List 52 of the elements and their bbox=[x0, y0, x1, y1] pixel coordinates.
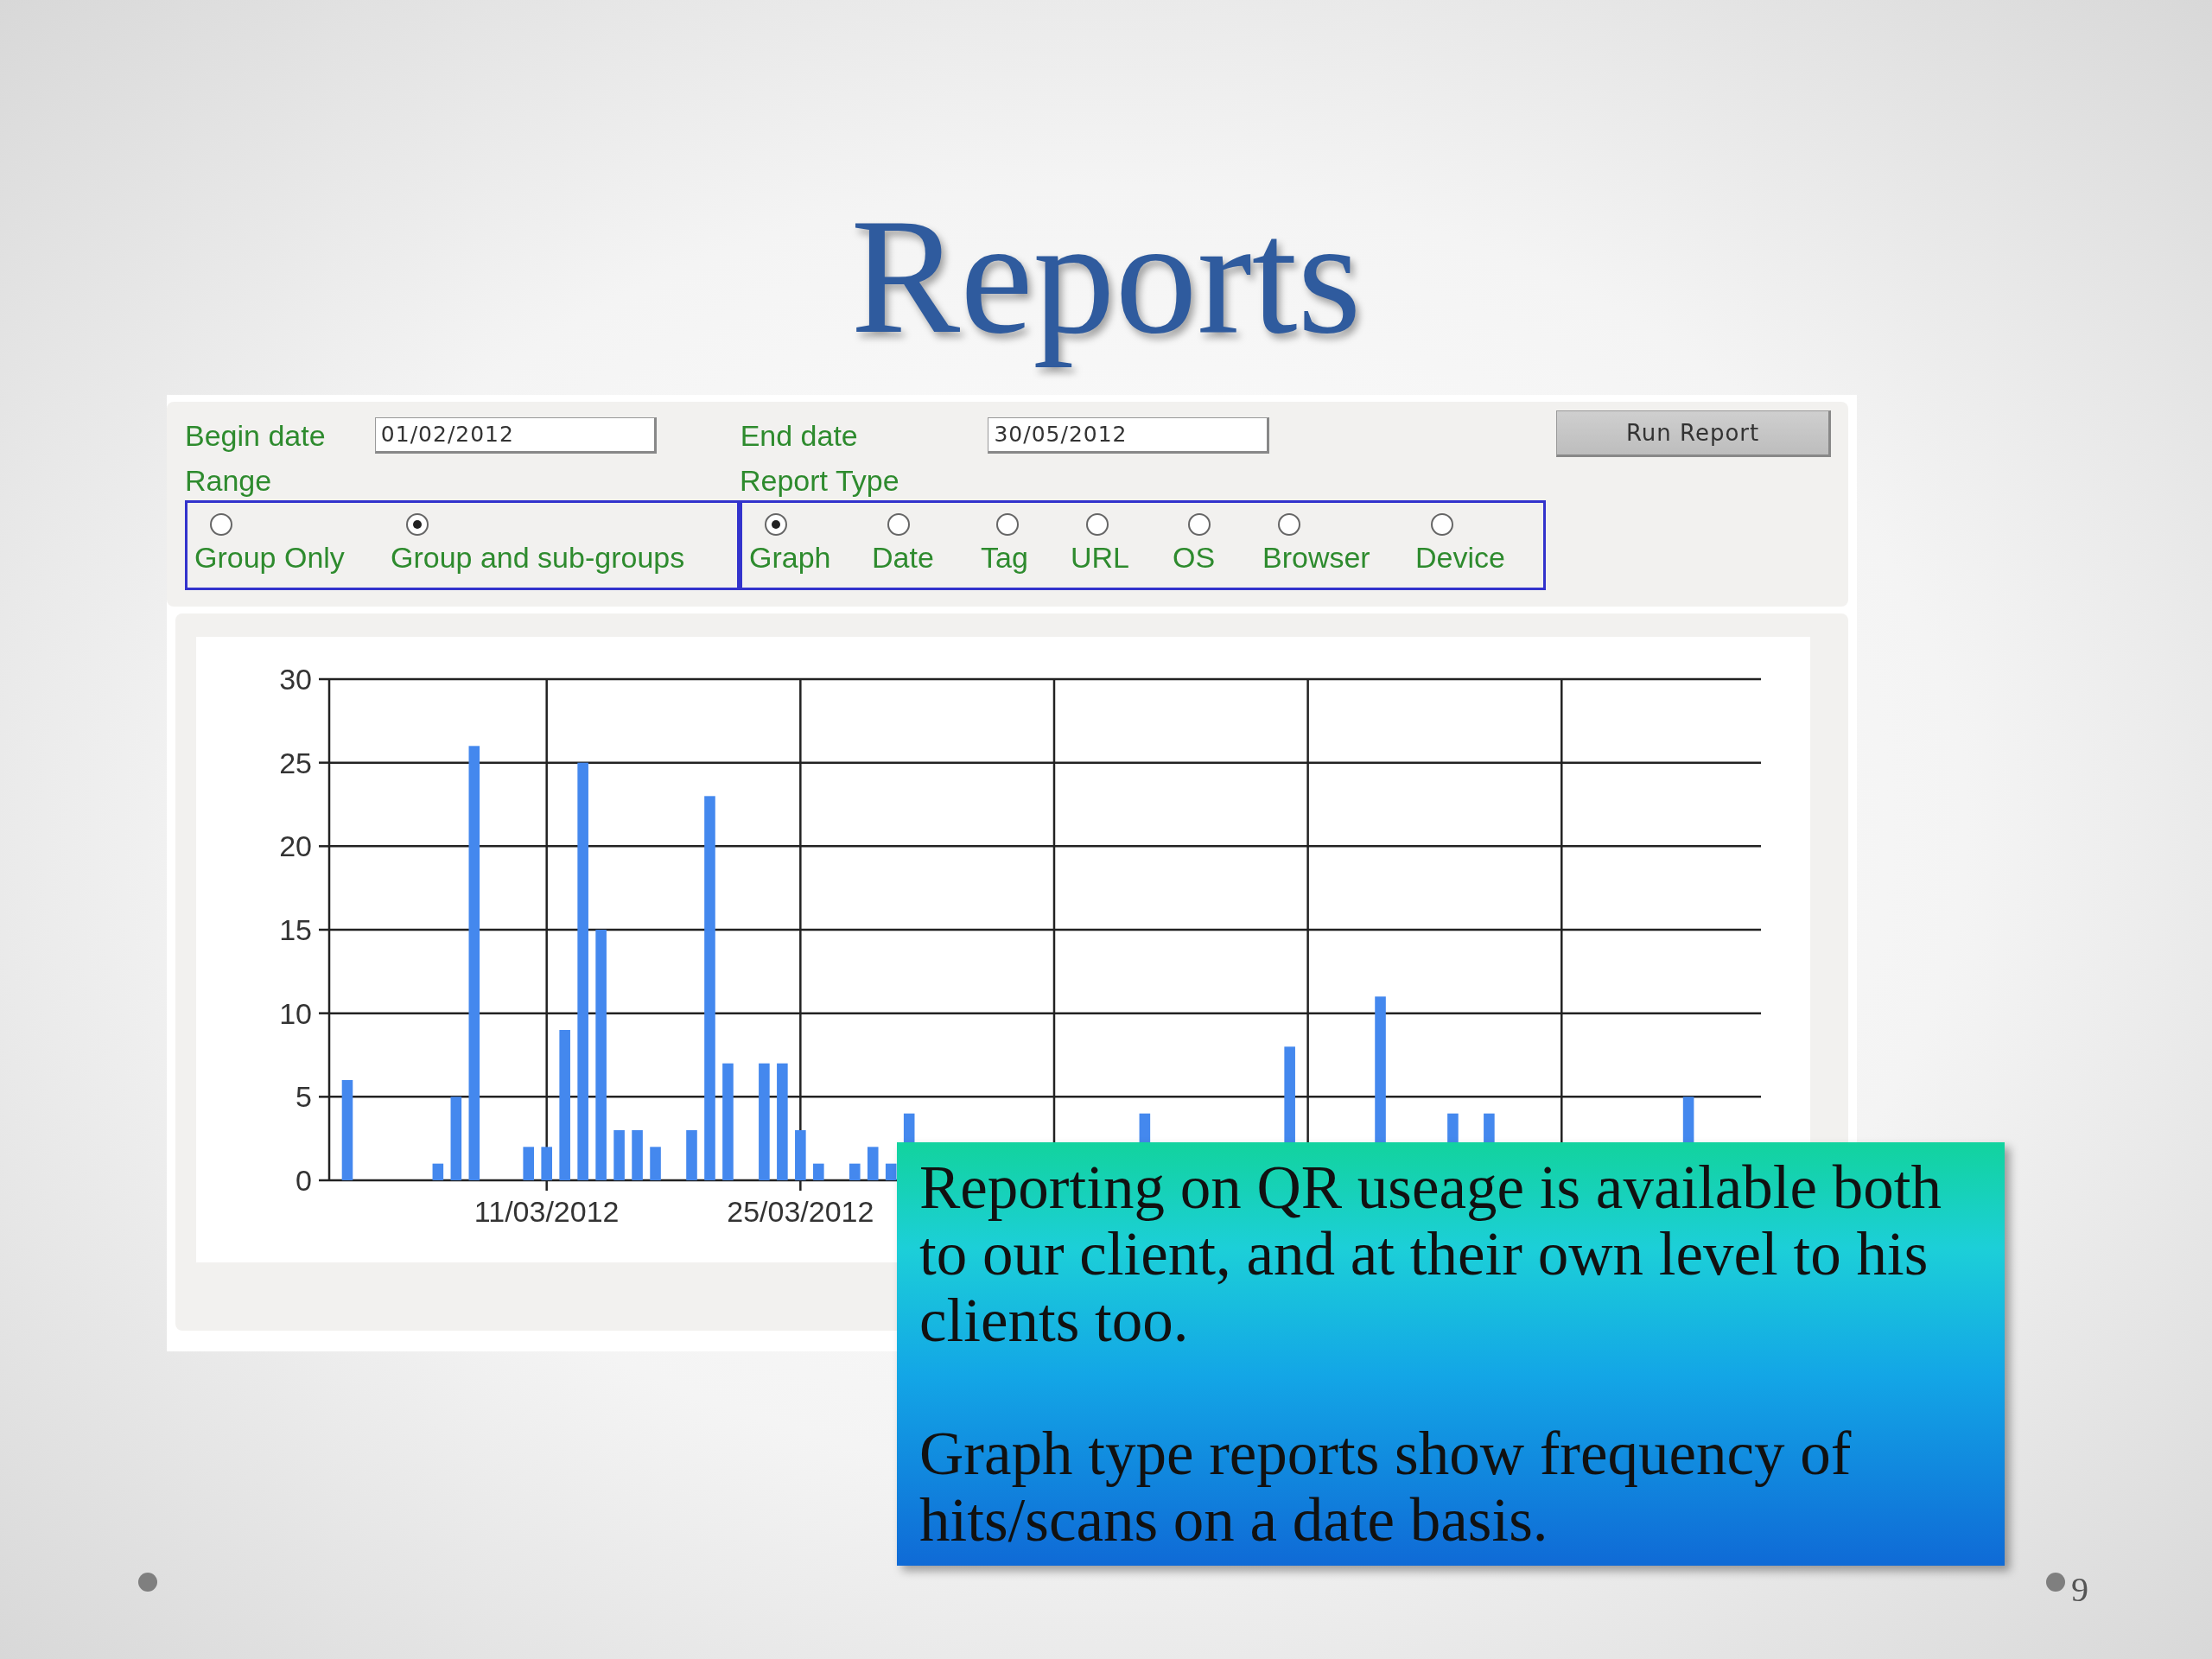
radio-label[interactable]: Group Only bbox=[194, 543, 345, 572]
radio-button[interactable] bbox=[996, 513, 1019, 536]
chart-bar bbox=[613, 1130, 625, 1180]
radio-button[interactable] bbox=[1278, 513, 1300, 536]
chart-bar bbox=[686, 1130, 697, 1180]
chart-bar bbox=[867, 1147, 879, 1180]
radio-button[interactable] bbox=[406, 513, 429, 536]
axis-label: 20 bbox=[279, 830, 312, 863]
radio-button[interactable] bbox=[1431, 513, 1453, 536]
chart-bar bbox=[650, 1147, 661, 1180]
radio-label[interactable]: Device bbox=[1415, 543, 1505, 572]
radio-label[interactable]: OS bbox=[1173, 543, 1216, 572]
radio-button[interactable] bbox=[765, 513, 787, 536]
date-field[interactable]: 01/02/2012 bbox=[374, 417, 657, 454]
run-report-button[interactable]: Run Report bbox=[1556, 410, 1831, 457]
group-label: Range bbox=[185, 466, 273, 495]
radio-label[interactable]: Graph bbox=[749, 543, 831, 572]
radio-button[interactable] bbox=[1086, 513, 1109, 536]
chart-bar bbox=[632, 1130, 643, 1180]
group-label: Report Type bbox=[740, 466, 900, 495]
callout-text: Graph type reports show frequency of hits/scans on a date basis. bbox=[919, 1421, 1853, 1554]
axis-label: 25 bbox=[279, 746, 312, 779]
chart-bar bbox=[813, 1163, 824, 1180]
field-label: End date bbox=[740, 421, 859, 450]
radio-label[interactable]: URL bbox=[1071, 543, 1130, 572]
axis-label: 10 bbox=[279, 996, 312, 1030]
date-field[interactable]: 30/05/2012 bbox=[988, 417, 1270, 454]
axis-label: 11/03/2012 bbox=[474, 1195, 620, 1228]
chart-bar bbox=[885, 1163, 897, 1180]
chart-bar bbox=[523, 1147, 534, 1180]
field-label: Begin date bbox=[185, 421, 327, 450]
axis-label: 30 bbox=[279, 663, 312, 696]
chart-bar bbox=[541, 1147, 552, 1180]
radio-label[interactable]: Group and sub-groups bbox=[391, 543, 685, 572]
radio-label[interactable]: Tag bbox=[981, 543, 1028, 572]
radio-button[interactable] bbox=[887, 513, 910, 536]
chart-bar bbox=[795, 1130, 806, 1180]
axis-label: 0 bbox=[296, 1164, 312, 1197]
chart-bar bbox=[432, 1163, 444, 1180]
radio-button[interactable] bbox=[1188, 513, 1211, 536]
radio-button[interactable] bbox=[210, 513, 232, 536]
callout-text: Reporting on QR useage is available both to our client, and at their own level to his clients too. bbox=[919, 1154, 1943, 1354]
bullet-dot bbox=[138, 1573, 157, 1592]
page-number: 9 bbox=[2071, 1569, 2088, 1611]
chart-bar bbox=[849, 1163, 861, 1180]
axis-label: 5 bbox=[296, 1080, 312, 1114]
axis-label: 15 bbox=[279, 913, 312, 946]
radio-label[interactable]: Browser bbox=[1262, 543, 1370, 572]
bullet-dot bbox=[2046, 1573, 2065, 1592]
axis-label: 25/03/2012 bbox=[727, 1195, 874, 1228]
slide-title: Reports bbox=[850, 186, 1362, 367]
radio-label[interactable]: Date bbox=[872, 543, 934, 572]
